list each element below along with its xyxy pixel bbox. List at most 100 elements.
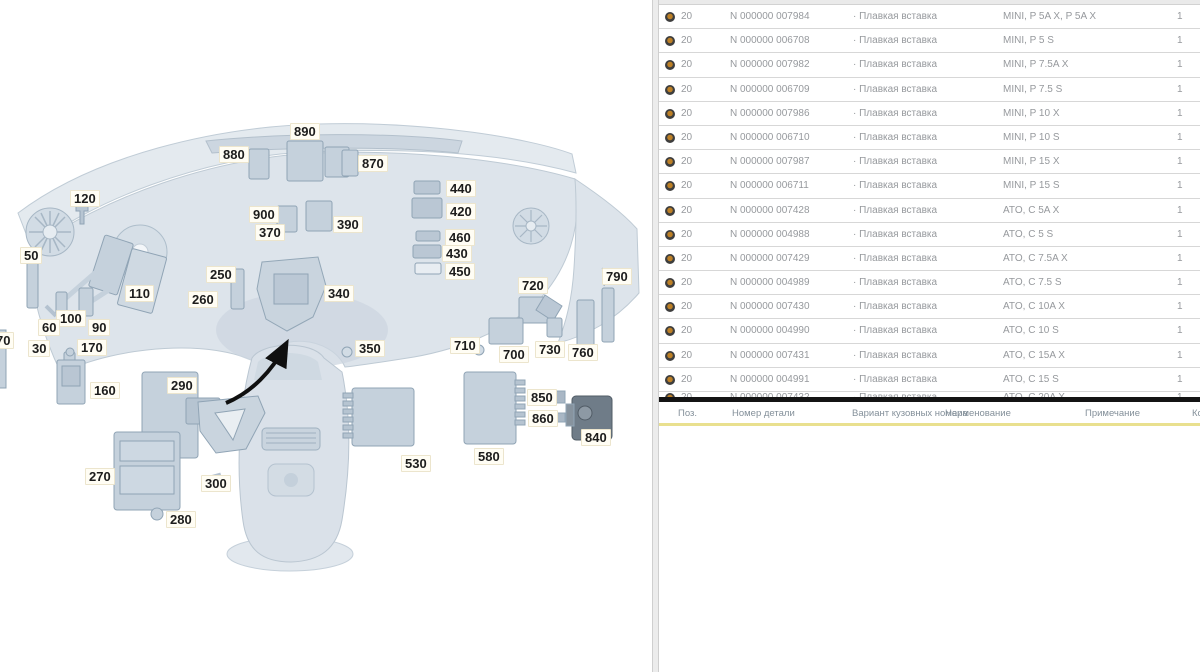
part-callout-250[interactable]: 250 (206, 266, 236, 283)
table-row[interactable]: 20N 000000 007428· Плавкая вставкаATO, C… (659, 199, 1200, 223)
row-description: · Плавкая вставка (853, 109, 937, 119)
info-icon[interactable] (665, 302, 675, 312)
part-callout-370[interactable]: 370 (255, 224, 285, 241)
row-part-number: N 000000 004990 (730, 326, 810, 336)
row-pos: 20 (681, 351, 692, 361)
part-callout-160[interactable]: 160 (90, 382, 120, 399)
info-icon[interactable] (665, 85, 675, 95)
table-row[interactable]: 20N 000000 006708· Плавкая вставкаMINI, … (659, 29, 1200, 53)
row-qty: 1 (1177, 12, 1183, 22)
part-callout-60[interactable]: 60 (38, 319, 60, 336)
info-icon[interactable] (665, 206, 675, 216)
table-row[interactable]: 20N 000000 007987· Плавкая вставкаMINI, … (659, 150, 1200, 174)
row-qty: 1 (1177, 351, 1183, 361)
info-icon[interactable] (665, 109, 675, 119)
part-callout-90[interactable]: 90 (88, 319, 110, 336)
row-pos: 20 (681, 109, 692, 119)
info-icon[interactable] (665, 12, 675, 22)
row-pos: 20 (681, 278, 692, 288)
part-callout-840[interactable]: 840 (581, 429, 611, 446)
part-callout-270[interactable]: 270 (85, 468, 115, 485)
part-callout-290[interactable]: 290 (167, 377, 197, 394)
info-icon[interactable] (665, 36, 675, 46)
part-callout-280[interactable]: 280 (166, 511, 196, 528)
part-callout-70[interactable]: 70 (0, 332, 14, 349)
row-description: · Плавкая вставка (853, 278, 937, 288)
part-callout-30[interactable]: 30 (28, 340, 50, 357)
part-callout-170[interactable]: 170 (77, 339, 107, 356)
row-qty: 1 (1177, 302, 1183, 312)
part-callout-450[interactable]: 450 (445, 263, 475, 280)
table-row[interactable]: 20N 000000 007429· Плавкая вставкаATO, C… (659, 247, 1200, 271)
row-pos: 20 (681, 181, 692, 191)
row-description: · Плавкая вставка (853, 230, 937, 240)
row-part-number: N 000000 004988 (730, 230, 810, 240)
part-callout-340[interactable]: 340 (324, 285, 354, 302)
part-callout-300[interactable]: 300 (201, 475, 231, 492)
part-callout-900[interactable]: 900 (249, 206, 279, 223)
table-row[interactable]: 20N 000000 007430· Плавкая вставкаATO, C… (659, 295, 1200, 319)
row-description: · Плавкая вставка (853, 85, 937, 95)
row-pos: 20 (681, 326, 692, 336)
info-icon[interactable] (665, 375, 675, 385)
info-icon[interactable] (665, 326, 675, 336)
part-callout-700[interactable]: 700 (499, 346, 529, 363)
row-note: MINI, P 15 S (1003, 181, 1060, 191)
row-part-number: N 000000 006709 (730, 85, 810, 95)
table-row[interactable]: 20N 000000 004988· Плавкая вставкаATO, C… (659, 223, 1200, 247)
part-callout-440[interactable]: 440 (446, 180, 476, 197)
header-name: Наименование (945, 408, 1011, 419)
table-row[interactable]: 20N 000000 004989· Плавкая вставкаATO, C… (659, 271, 1200, 295)
part-callout-390[interactable]: 390 (333, 216, 363, 233)
part-callout-430[interactable]: 430 (442, 245, 472, 262)
table-row[interactable]: 20N 000000 006709· Плавкая вставкаMINI, … (659, 78, 1200, 102)
part-callout-460[interactable]: 460 (445, 229, 475, 246)
part-callout-870[interactable]: 870 (358, 155, 388, 172)
row-qty: 1 (1177, 85, 1183, 95)
part-callout-850[interactable]: 850 (527, 389, 557, 406)
part-callout-730[interactable]: 730 (535, 341, 565, 358)
table-row[interactable]: 20N 000000 004991· Плавкая вставкаATO, C… (659, 368, 1200, 392)
info-icon[interactable] (665, 351, 675, 361)
row-qty: 1 (1177, 36, 1183, 46)
table-row[interactable]: 20N 000000 004990· Плавкая вставкаATO, C… (659, 319, 1200, 343)
info-icon[interactable] (665, 133, 675, 143)
table-row[interactable]: 20N 000000 007431· Плавкая вставкаATO, C… (659, 344, 1200, 368)
table-row[interactable]: 20N 000000 007984· Плавкая вставкаMINI, … (659, 5, 1200, 29)
part-callout-720[interactable]: 720 (518, 277, 548, 294)
row-note: ATO, C 15 S (1003, 375, 1059, 385)
part-callout-790[interactable]: 790 (602, 268, 632, 285)
table-row[interactable]: 20N 000000 007982· Плавкая вставкаMINI, … (659, 53, 1200, 77)
part-callout-100[interactable]: 100 (56, 310, 86, 327)
part-callout-350[interactable]: 350 (355, 340, 385, 357)
part-callout-260[interactable]: 260 (188, 291, 218, 308)
part-callout-710[interactable]: 710 (450, 337, 480, 354)
part-callout-580[interactable]: 580 (474, 448, 504, 465)
row-qty: 1 (1177, 278, 1183, 288)
part-callout-860[interactable]: 860 (528, 410, 558, 427)
part-callout-420[interactable]: 420 (446, 203, 476, 220)
part-callout-50[interactable]: 50 (20, 247, 42, 264)
table-row[interactable]: 20N 000000 006711· Плавкая вставкаMINI, … (659, 174, 1200, 198)
row-qty: 1 (1177, 181, 1183, 191)
info-icon[interactable] (665, 157, 675, 167)
info-icon[interactable] (665, 254, 675, 264)
header-part: Номер детали (732, 408, 795, 419)
info-icon[interactable] (665, 60, 675, 70)
row-note: ATO, C 5 S (1003, 230, 1053, 240)
row-qty: 1 (1177, 254, 1183, 264)
info-icon[interactable] (665, 181, 675, 191)
header-pos: Поз. (678, 408, 697, 419)
row-note: MINI, P 10 S (1003, 133, 1060, 143)
table-row[interactable]: 20N 000000 007986· Плавкая вставкаMINI, … (659, 102, 1200, 126)
part-callout-120[interactable]: 120 (70, 190, 100, 207)
info-icon[interactable] (665, 278, 675, 288)
part-callout-530[interactable]: 530 (401, 455, 431, 472)
panel-splitter[interactable] (652, 0, 659, 672)
part-callout-890[interactable]: 890 (290, 123, 320, 140)
part-callout-760[interactable]: 760 (568, 344, 598, 361)
part-callout-880[interactable]: 880 (219, 146, 249, 163)
table-row[interactable]: 20N 000000 006710· Плавкая вставкаMINI, … (659, 126, 1200, 150)
part-callout-110[interactable]: 110 (125, 285, 154, 302)
info-icon[interactable] (665, 230, 675, 240)
